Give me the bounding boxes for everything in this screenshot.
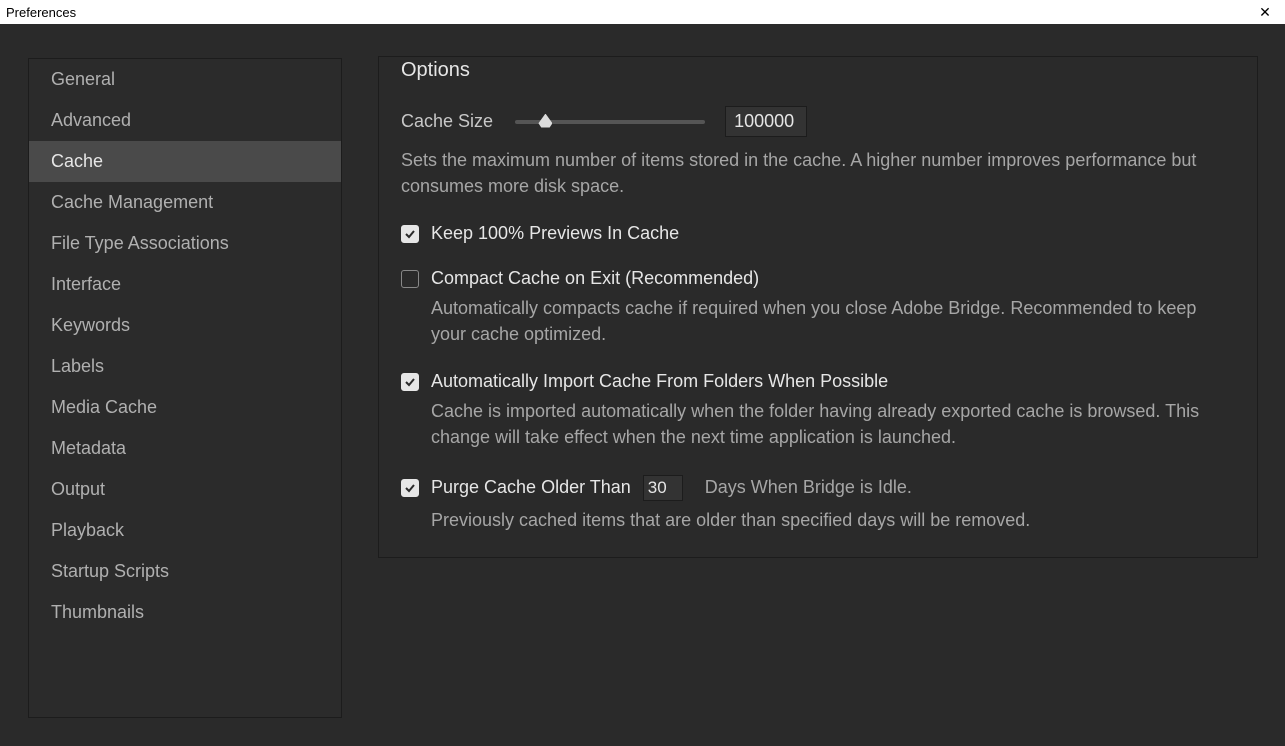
sidebar-item-label: Media Cache <box>51 397 157 418</box>
checkbox-purge-older[interactable] <box>401 479 419 497</box>
slider-thumb-icon[interactable] <box>538 114 552 128</box>
option-compact-on-exit: Compact Cache on Exit (Recommended) Auto… <box>401 268 1235 347</box>
option-label-post: Days When Bridge is Idle. <box>705 477 912 498</box>
options-panel: Options Cache Size Sets the maximum numb… <box>378 56 1258 558</box>
option-auto-import: Automatically Import Cache From Folders … <box>401 371 1235 450</box>
checkbox-auto-import[interactable] <box>401 373 419 391</box>
check-icon <box>404 376 416 388</box>
option-label: Automatically Import Cache From Folders … <box>431 371 888 392</box>
sidebar-item-keywords[interactable]: Keywords <box>29 305 341 346</box>
option-label: Keep 100% Previews In Cache <box>431 223 679 244</box>
sidebar-item-label: File Type Associations <box>51 233 229 254</box>
sidebar-item-cache[interactable]: Cache <box>29 141 341 182</box>
sidebar-item-label: Playback <box>51 520 124 541</box>
title-bar: Preferences ✕ <box>0 0 1285 24</box>
category-sidebar: General Advanced Cache Cache Management File… <box>28 58 342 718</box>
option-description: Automatically compacts cache if required… <box>431 295 1235 347</box>
sidebar-item-label: General <box>51 69 115 90</box>
cache-size-input[interactable] <box>725 106 807 137</box>
sidebar-item-output[interactable]: Output <box>29 469 341 510</box>
sidebar-item-cache-management[interactable]: Cache Management <box>29 182 341 223</box>
close-button[interactable]: ✕ <box>1253 0 1277 24</box>
check-icon <box>404 482 416 494</box>
option-label: Compact Cache on Exit (Recommended) <box>431 268 759 289</box>
sidebar-item-label: Metadata <box>51 438 126 459</box>
sidebar-item-label: Cache <box>51 151 103 172</box>
sidebar-item-general[interactable]: General <box>29 59 341 100</box>
option-purge-older: Purge Cache Older Than Days When Bridge … <box>401 475 1235 533</box>
cache-size-description: Sets the maximum number of items stored … <box>401 147 1235 199</box>
check-icon <box>404 228 416 240</box>
sidebar-item-file-type-associations[interactable]: File Type Associations <box>29 223 341 264</box>
sidebar-item-label: Advanced <box>51 110 131 131</box>
sidebar-item-interface[interactable]: Interface <box>29 264 341 305</box>
sidebar-item-label: Startup Scripts <box>51 561 169 582</box>
sidebar-item-advanced[interactable]: Advanced <box>29 100 341 141</box>
purge-days-input[interactable] <box>643 475 683 501</box>
cache-size-slider[interactable] <box>515 120 705 124</box>
sidebar-item-startup-scripts[interactable]: Startup Scripts <box>29 551 341 592</box>
sidebar-item-label: Cache Management <box>51 192 213 213</box>
sidebar-item-label: Labels <box>51 356 104 377</box>
checkbox-keep-previews[interactable] <box>401 225 419 243</box>
cache-size-row: Cache Size <box>401 106 1235 137</box>
sidebar-item-label: Interface <box>51 274 121 295</box>
cache-size-label: Cache Size <box>401 111 493 132</box>
close-icon: ✕ <box>1259 4 1271 21</box>
sidebar-item-playback[interactable]: Playback <box>29 510 341 551</box>
sidebar-item-thumbnails[interactable]: Thumbnails <box>29 592 341 633</box>
option-description: Previously cached items that are older t… <box>431 507 1235 533</box>
option-description: Cache is imported automatically when the… <box>431 398 1235 450</box>
sidebar-item-labels[interactable]: Labels <box>29 346 341 387</box>
sidebar-item-label: Output <box>51 479 105 500</box>
window-title: Preferences <box>6 5 76 20</box>
checkbox-compact-on-exit[interactable] <box>401 270 419 288</box>
options-panel-title: Options <box>401 59 478 82</box>
option-keep-previews: Keep 100% Previews In Cache <box>401 223 1235 244</box>
sidebar-item-label: Thumbnails <box>51 602 144 623</box>
sidebar-item-metadata[interactable]: Metadata <box>29 428 341 469</box>
sidebar-item-label: Keywords <box>51 315 130 336</box>
sidebar-item-media-cache[interactable]: Media Cache <box>29 387 341 428</box>
window-body: General Advanced Cache Cache Management File… <box>0 24 1285 746</box>
option-label-pre: Purge Cache Older Than <box>431 477 631 498</box>
